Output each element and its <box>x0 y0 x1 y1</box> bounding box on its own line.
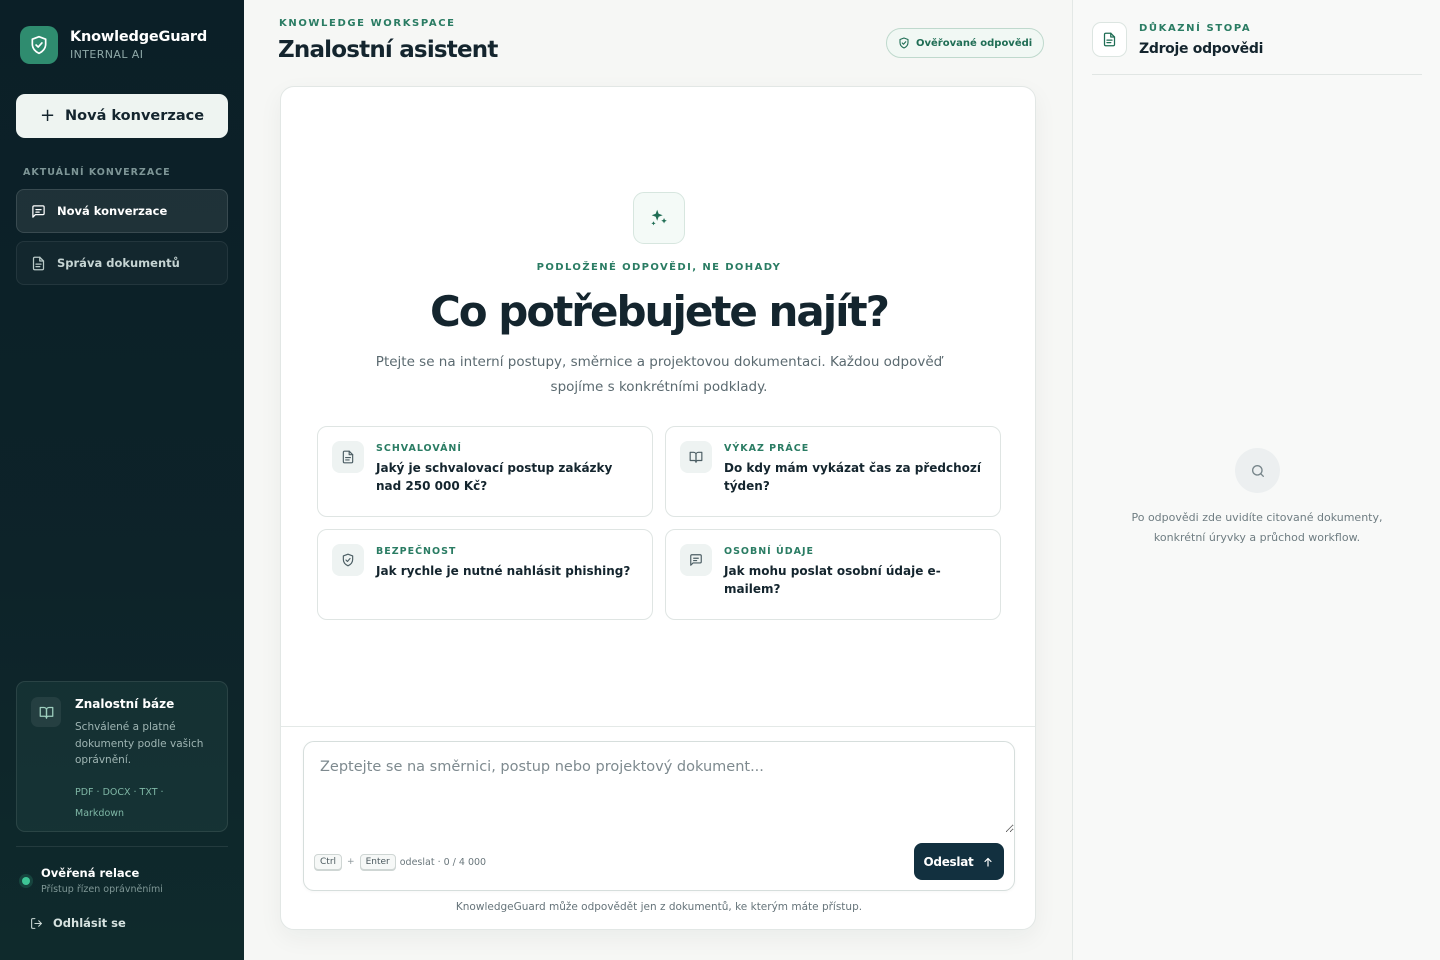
document-icon <box>332 441 364 473</box>
shield-icon <box>332 544 364 576</box>
sidebar: KnowledgeGuard INTERNAL AI + Nová konver… <box>0 0 244 960</box>
online-status-dot-icon <box>22 877 30 885</box>
hero-title: Co potřebujete najít? <box>429 287 890 336</box>
session-subtitle: Přístup řízen oprávněními <box>41 884 163 895</box>
evidence-empty-state: Po odpovědi zde uvidíte citované dokumen… <box>1131 511 1383 544</box>
header-eyebrow: KNOWLEDGE WORKSPACE <box>279 18 456 29</box>
new-conversation-button[interactable]: + Nová konverzace <box>16 94 228 138</box>
kbd-plus: + <box>347 857 355 867</box>
message-icon <box>31 203 47 219</box>
book-icon <box>31 697 61 727</box>
search-icon <box>1235 448 1280 493</box>
evidence-eyebrow: DŮKAZNÍ STOPA <box>1139 23 1252 34</box>
session-title: Ověřená relace <box>41 866 140 880</box>
suggestion-category: OSOBNÍ ÚDAJE <box>724 546 815 557</box>
verified-answers-badge: Ověřované odpovědi <box>886 28 1045 58</box>
suggestion-question: Do kdy mám vykázat čas za předchozí týde… <box>724 461 981 493</box>
suggestion-card-personal-data[interactable]: OSOBNÍ ÚDAJE Jak mohu poslat osobní údaj… <box>665 529 1001 620</box>
send-label: Odeslat <box>923 854 974 869</box>
suggestion-question: Jak mohu poslat osobní údaje e-mailem? <box>724 564 941 596</box>
keyboard-hint: Ctrl + Enter odeslat · 0 / 4 000 <box>314 854 486 870</box>
shield-check-icon <box>898 37 910 49</box>
hero-subtitle: Ptejte se na interní postupy, směrnice a… <box>375 354 943 395</box>
suggestion-question: Jaký je schvalovací postup zakázky nad 2… <box>376 461 613 493</box>
logout-button[interactable]: Odhlásit se <box>30 916 126 930</box>
sidebar-item-document-management[interactable]: Správa dokumentů <box>16 241 228 285</box>
suggestion-card-approval[interactable]: SCHVALOVÁNÍ Jaký je schvalovací postup z… <box>317 426 653 517</box>
suggestion-category: SCHVALOVÁNÍ <box>376 443 462 454</box>
document-icon <box>1092 22 1127 57</box>
suggestion-card-security[interactable]: BEZPEČNOST Jak rychle je nutné nahlásit … <box>317 529 653 620</box>
page-title: Znalostní asistent <box>278 37 498 63</box>
access-disclaimer: KnowledgeGuard může odpovědět jen z doku… <box>455 901 863 913</box>
sidebar-item-label: Nová konverzace <box>57 204 168 218</box>
knowledge-base-title: Znalostní báze <box>75 697 175 711</box>
brand: KnowledgeGuard INTERNAL AI <box>20 26 207 64</box>
verified-badge-label: Ověřované odpovědi <box>916 37 1033 49</box>
kbd-enter: Enter <box>359 854 396 870</box>
evidence-panel: DŮKAZNÍ STOPA Zdroje odpovědi Po odpověd… <box>1072 0 1440 960</box>
suggestion-category: BEZPEČNOST <box>376 546 457 557</box>
message-composer: Ctrl + Enter odeslat · 0 / 4 000 Odeslat <box>303 741 1015 891</box>
chat-panel: PODLOŽENÉ ODPOVĚDI, NE DOHADY Co potřebu… <box>280 86 1036 930</box>
logout-label: Odhlásit se <box>53 916 126 930</box>
send-button[interactable]: Odeslat <box>914 843 1004 880</box>
brand-subtitle: INTERNAL AI <box>70 48 144 61</box>
knowledge-base-description: Schválené a platné dokumenty podle vašic… <box>75 721 204 766</box>
evidence-title: Zdroje odpovědi <box>1139 41 1264 57</box>
plus-icon: + <box>39 105 56 126</box>
book-icon <box>680 441 712 473</box>
hero-eyebrow: PODLOŽENÉ ODPOVĚDI, NE DOHADY <box>536 262 782 273</box>
sidebar-item-new-conversation[interactable]: Nová konverzace <box>16 189 228 233</box>
logout-icon <box>30 917 43 930</box>
new-conversation-label: Nová konverzace <box>65 108 205 124</box>
sidebar-item-label: Správa dokumentů <box>57 256 180 270</box>
kbd-ctrl: Ctrl <box>314 854 343 870</box>
suggestion-card-timesheet[interactable]: VÝKAZ PRÁCE Do kdy mám vykázat čas za př… <box>665 426 1001 517</box>
suggestion-question: Jak rychle je nutné nahlásit phishing? <box>376 564 631 578</box>
char-counter: odeslat · 0 / 4 000 <box>399 856 487 868</box>
arrow-up-icon <box>982 856 994 868</box>
knowledge-base-card: Znalostní báze Schválené a platné dokume… <box>16 681 228 832</box>
sidebar-divider <box>16 846 228 847</box>
sparkles-icon <box>633 192 685 244</box>
suggestion-category: VÝKAZ PRÁCE <box>724 443 810 454</box>
message-input[interactable] <box>304 742 1014 833</box>
section-label-current-conversations: AKTUÁLNÍ KONVERZACE <box>23 167 171 178</box>
message-icon <box>680 544 712 576</box>
composer-divider <box>281 726 1035 727</box>
shield-logo-icon <box>20 26 58 64</box>
knowledge-base-formats: PDF · DOCX · TXT · Markdown <box>75 787 164 819</box>
brand-name: KnowledgeGuard <box>70 29 208 45</box>
evidence-divider <box>1092 74 1422 75</box>
session-status: Ověřená relace Přístup řízen oprávněními <box>22 866 163 895</box>
document-icon <box>31 255 47 271</box>
